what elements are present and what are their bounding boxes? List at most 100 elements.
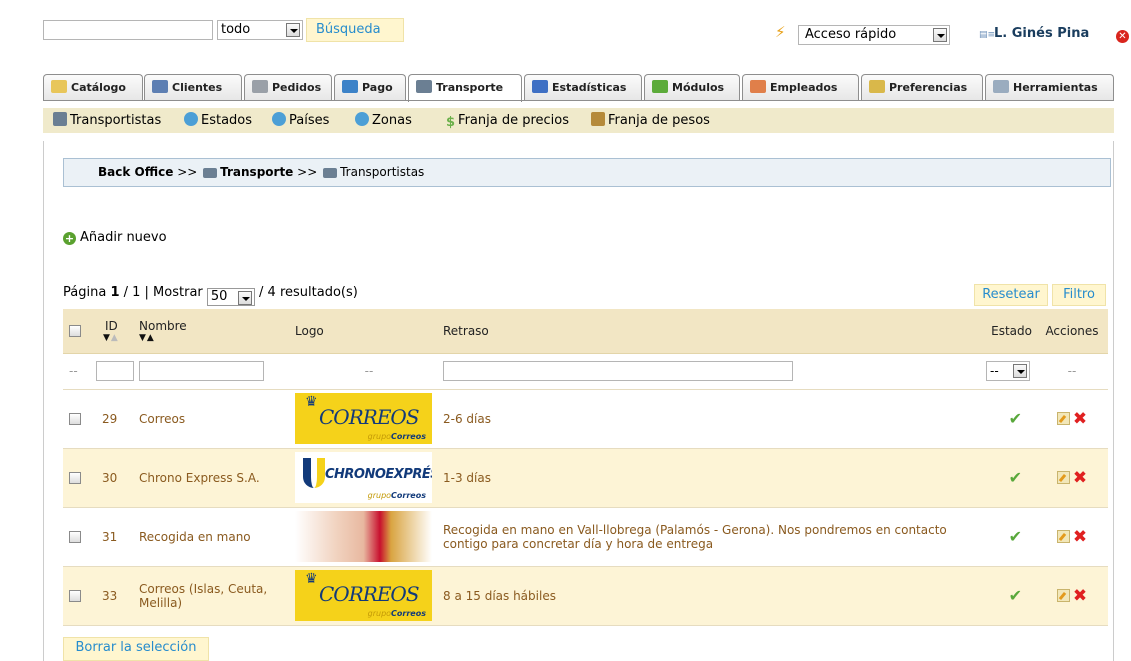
table-row[interactable]: 30 Chrono Express S.A. CHRONOEXPRÉS grupoCo… bbox=[63, 448, 1108, 508]
breadcrumb-separator: >> bbox=[177, 165, 198, 179]
edit-icon[interactable] bbox=[1056, 589, 1070, 602]
filter-status-value: -- bbox=[990, 364, 999, 378]
logo-subtext-1: grupo bbox=[367, 432, 392, 441]
tab-1[interactable]: Clientes bbox=[144, 74, 242, 101]
reset-button[interactable]: Resetear bbox=[974, 284, 1048, 306]
sort-arrows-icon[interactable]: ▼▲ bbox=[99, 333, 139, 343]
row-id: 33 bbox=[93, 566, 139, 626]
edit-icon[interactable] bbox=[1056, 530, 1070, 543]
logout-icon[interactable]: ✕ bbox=[1116, 30, 1129, 43]
row-checkbox[interactable] bbox=[69, 590, 81, 602]
tab-5[interactable]: Estadísticas bbox=[524, 74, 642, 101]
tab-2[interactable]: Pedidos bbox=[244, 74, 332, 101]
logo-text: CORREOS bbox=[319, 582, 420, 606]
truck-icon bbox=[203, 168, 218, 178]
logo-subtext-1: grupo bbox=[367, 491, 392, 500]
filter-id-input[interactable] bbox=[96, 361, 134, 381]
tab-8[interactable]: Preferencias bbox=[861, 74, 983, 101]
breadcrumb-root[interactable]: Back Office bbox=[98, 165, 173, 179]
row-name[interactable]: Recogida en mano bbox=[139, 507, 295, 567]
tab-label: Módulos bbox=[672, 81, 725, 94]
tab-6[interactable]: Módulos bbox=[644, 74, 740, 101]
per-page-select[interactable]: 50 bbox=[206, 288, 255, 306]
search-button[interactable]: Búsqueda bbox=[306, 18, 404, 42]
tab-7[interactable]: Empleados bbox=[742, 74, 859, 101]
breadcrumb: Back Office >> Transporte >> Transportis… bbox=[63, 158, 1111, 187]
row-checkbox[interactable] bbox=[69, 531, 81, 543]
subnav-label: Transportistas bbox=[70, 113, 162, 128]
breadcrumb-section[interactable]: Transporte bbox=[220, 165, 293, 179]
delete-icon[interactable]: ✖ bbox=[1073, 409, 1087, 429]
preferences-icon bbox=[869, 80, 885, 93]
breadcrumb-separator: >> bbox=[297, 165, 318, 179]
logo-text: CORREOS bbox=[319, 405, 420, 429]
add-new-link[interactable]: + Añadir nuevo bbox=[63, 229, 167, 247]
active-check-icon[interactable]: ✔ bbox=[1009, 468, 1022, 487]
edit-icon[interactable] bbox=[1056, 412, 1070, 425]
quick-access-select[interactable]: Acceso rápido bbox=[798, 25, 950, 45]
table-row[interactable]: 33 Correos (Islas, Ceuta, Melilla) ♛ CORREO… bbox=[63, 566, 1108, 626]
row-delay: 1-3 días bbox=[443, 448, 972, 508]
clear-selection-button[interactable]: Borrar la selección bbox=[63, 637, 209, 661]
subnav-item-3[interactable]: Zonas bbox=[355, 111, 412, 131]
row-delay: 2-6 días bbox=[443, 389, 972, 449]
carriers-table: ID ▼▲ Nombre ▼▲ Logo Retraso Estado Acci… bbox=[63, 309, 1108, 626]
chevron-down-icon bbox=[237, 291, 252, 305]
search-input[interactable] bbox=[43, 20, 213, 40]
logo-subtext-2: Correos bbox=[391, 491, 426, 500]
tab-9[interactable]: Herramientas bbox=[985, 74, 1114, 101]
edit-icon[interactable] bbox=[1056, 471, 1070, 484]
sort-arrows-icon[interactable]: ▼▲ bbox=[139, 333, 295, 343]
globe-icon bbox=[184, 112, 198, 126]
tab-label: Empleados bbox=[770, 81, 838, 94]
filter-delay-input[interactable] bbox=[443, 361, 793, 381]
row-delay: 8 a 15 días hábiles bbox=[443, 566, 972, 626]
active-check-icon[interactable]: ✔ bbox=[1009, 409, 1022, 428]
user-name[interactable]: L. Ginés Pina bbox=[994, 25, 1089, 43]
employees-icon bbox=[750, 80, 766, 93]
active-check-icon[interactable]: ✔ bbox=[1009, 527, 1022, 546]
search-scope-select[interactable]: todo bbox=[217, 20, 303, 40]
pagination-of: / 1 | Mostrar bbox=[123, 285, 203, 300]
row-delay: Recogida en mano en Vall-llobrega (Palam… bbox=[443, 507, 972, 567]
row-checkbox[interactable] bbox=[69, 413, 81, 425]
user-card-icon: ▤≡ bbox=[979, 30, 996, 40]
active-check-icon[interactable]: ✔ bbox=[1009, 586, 1022, 605]
tab-label: Estadísticas bbox=[552, 81, 627, 94]
delete-icon[interactable]: ✖ bbox=[1073, 468, 1087, 488]
select-all-checkbox[interactable] bbox=[69, 325, 81, 338]
pagination-current: 1 bbox=[110, 285, 120, 300]
delete-icon[interactable]: ✖ bbox=[1073, 586, 1087, 606]
chevron-down-icon bbox=[286, 23, 300, 37]
filter-logo-dash: -- bbox=[295, 353, 443, 390]
logo-subtext: grupoCorreos bbox=[368, 609, 426, 618]
subnav-item-1[interactable]: Estados bbox=[184, 111, 252, 131]
tab-label: Transporte bbox=[436, 81, 504, 94]
row-name[interactable]: Correos bbox=[139, 389, 295, 449]
filter-actions-dash: -- bbox=[1036, 353, 1108, 390]
filter-name-input[interactable] bbox=[139, 361, 264, 381]
delete-icon[interactable]: ✖ bbox=[1073, 527, 1087, 547]
subnav-item-4[interactable]: $ Franja de precios bbox=[446, 111, 569, 131]
table-row[interactable]: 29 Correos ♛ CORREOS grupoCorreos 2-6 días ✔ ✖ bbox=[63, 389, 1108, 449]
add-new-label: Añadir nuevo bbox=[80, 230, 167, 245]
row-name[interactable]: Chrono Express S.A. bbox=[139, 448, 295, 508]
row-checkbox[interactable] bbox=[69, 472, 81, 484]
col-status: Estado bbox=[972, 309, 1036, 354]
logo-text: CHRONOEXPRÉS bbox=[325, 467, 432, 482]
filter-status-select[interactable]: -- bbox=[986, 361, 1030, 381]
filter-button[interactable]: Filtro bbox=[1052, 284, 1106, 306]
payment-icon bbox=[342, 80, 358, 93]
subnav-label: Franja de pesos bbox=[608, 113, 710, 128]
tab-3[interactable]: Pago bbox=[334, 74, 406, 101]
truck-icon bbox=[416, 80, 432, 93]
row-name[interactable]: Correos (Islas, Ceuta, Melilla) bbox=[139, 566, 295, 626]
tab-0[interactable]: Catálogo bbox=[43, 74, 143, 101]
subnav-item-5[interactable]: Franja de pesos bbox=[591, 111, 710, 131]
quick-access-value: Acceso rápido bbox=[805, 27, 897, 42]
tab-4[interactable]: Transporte bbox=[408, 74, 522, 102]
subnav-item-2[interactable]: Países bbox=[272, 111, 329, 131]
table-row[interactable]: 31 Recogida en mano Recogida en mano en Va… bbox=[63, 507, 1108, 567]
logo-subtext: grupoCorreos bbox=[368, 432, 426, 441]
subnav-item-0[interactable]: Transportistas bbox=[53, 111, 161, 131]
